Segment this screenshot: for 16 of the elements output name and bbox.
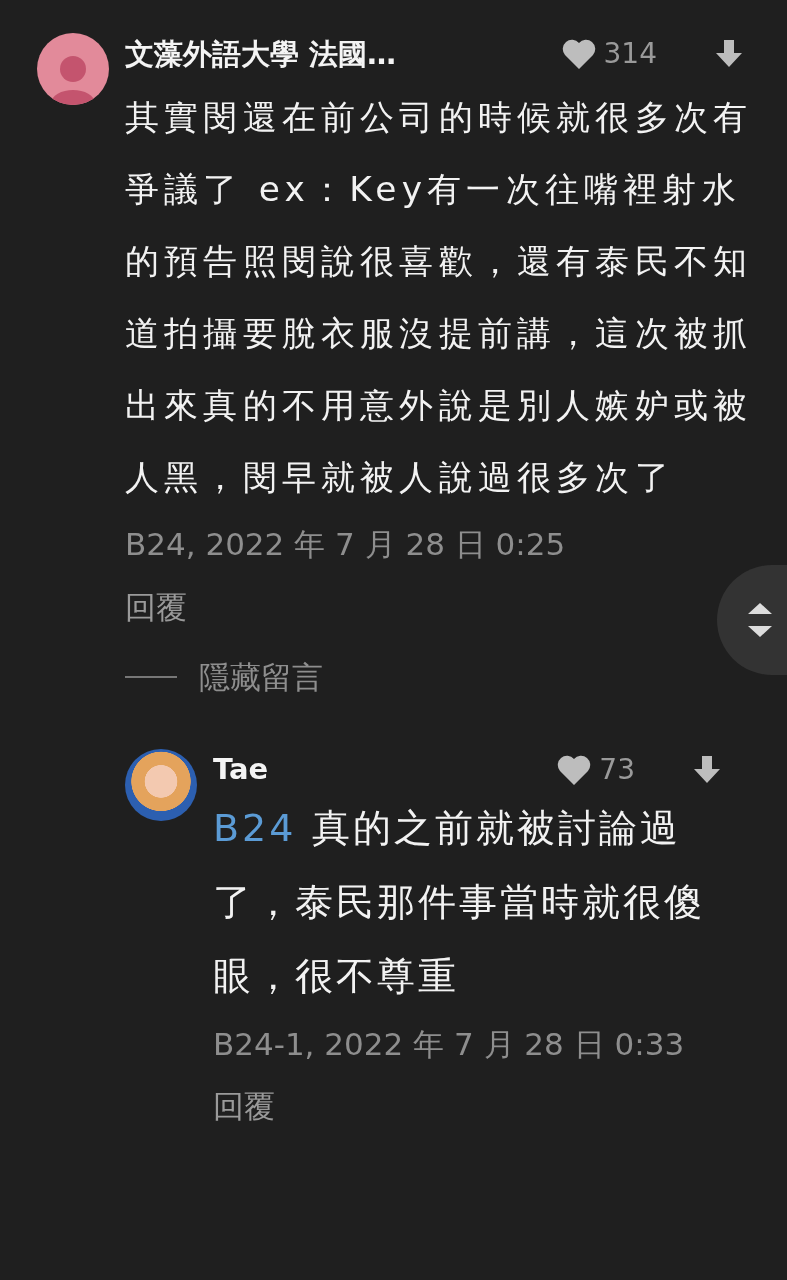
mention-link[interactable]: B24 bbox=[213, 805, 297, 850]
scroll-button[interactable] bbox=[717, 565, 787, 675]
up-down-arrows-icon bbox=[746, 600, 774, 640]
hide-comments-link[interactable]: 隱藏留言 bbox=[125, 654, 323, 701]
reply-text: B24 真的之前就被討論過了，泰民那件事當時就很傻眼，很不尊重 bbox=[213, 804, 706, 1000]
reply-link[interactable]: 回覆 bbox=[213, 1083, 275, 1130]
comment-text: 其實閔還在前公司的時候就很多次有爭議了 ex：Key有一次往嘴裡射水的預告照閔說很喜歡，還有泰民不知道拍攝要脫衣服沒提前講，這次被抓出來真的不用意外說是別人嫉妒或被人黑，閔早就被人說過很多次了 bbox=[125, 96, 754, 499]
like-count: 314 bbox=[603, 36, 657, 72]
timestamp: B24-1, 2022 年 7 月 28 日 0:33 bbox=[213, 1024, 686, 1064]
author-name: 文藻外語大學 法國… bbox=[125, 36, 398, 72]
heart-icon[interactable] bbox=[561, 39, 596, 69]
reply-link[interactable]: 回覆 bbox=[125, 583, 187, 630]
like-count: 73 bbox=[599, 751, 635, 788]
heart-icon[interactable] bbox=[557, 754, 592, 785]
timestamp: B24, 2022 年 7 月 28 日 0:25 bbox=[125, 525, 567, 564]
author-name: Tae bbox=[213, 752, 270, 787]
